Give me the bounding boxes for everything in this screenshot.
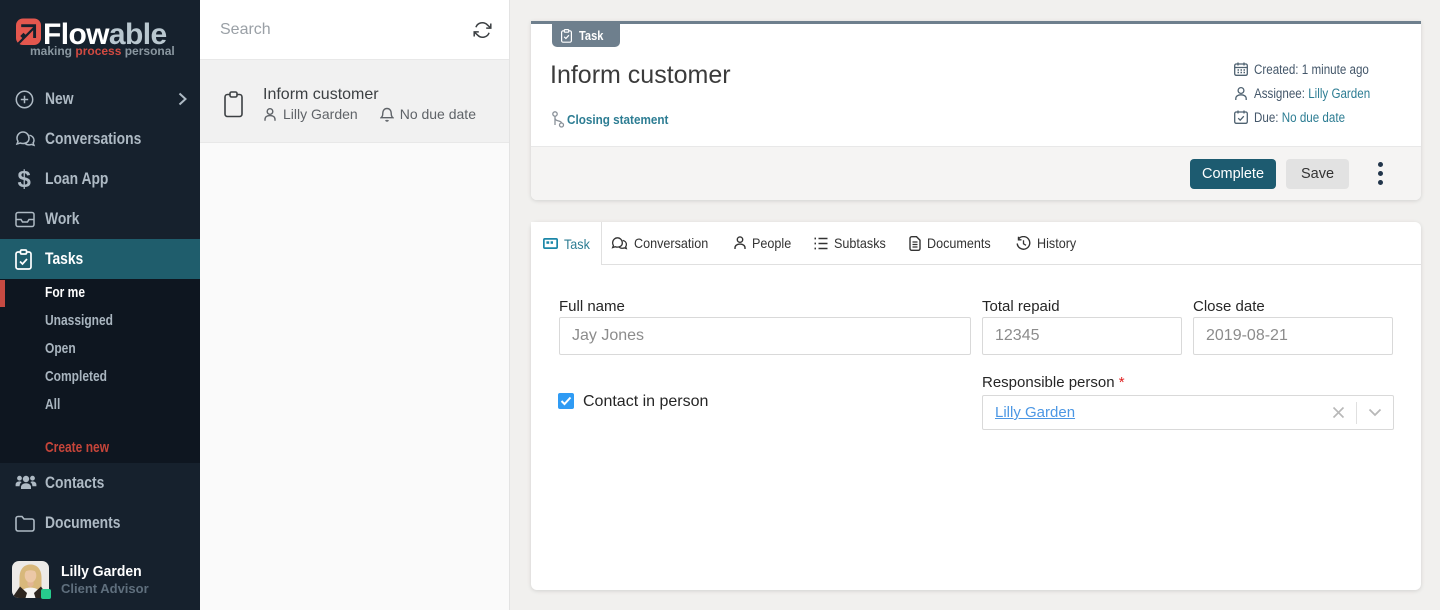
svg-text:$: $ [18, 166, 32, 192]
svg-text:making process personal: making process personal [30, 44, 175, 58]
